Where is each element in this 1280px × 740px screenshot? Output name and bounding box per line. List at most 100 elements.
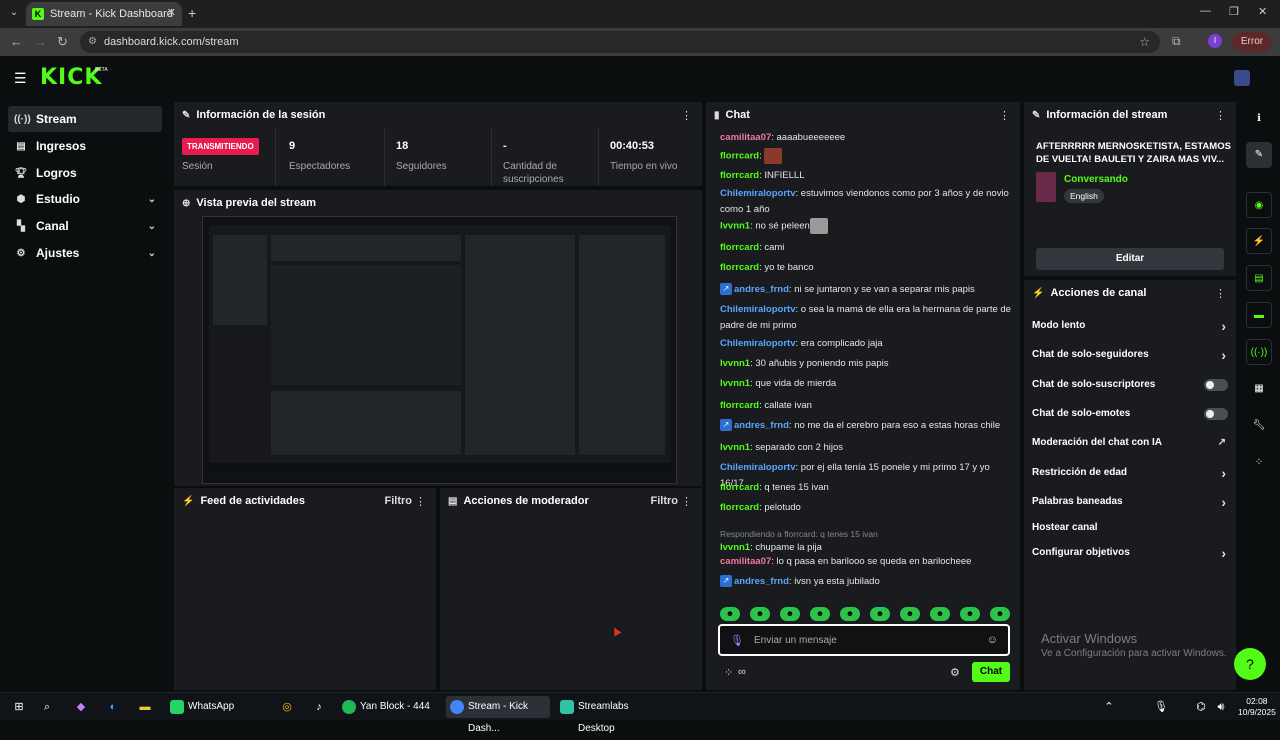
windows-start-icon[interactable]: ⊞ xyxy=(10,698,28,716)
chat-username[interactable]: lvvnn1 xyxy=(720,442,750,453)
extensions-icon[interactable]: ⧉ xyxy=(1172,34,1181,49)
url-field[interactable]: ⚙ dashboard.kick.com/stream ☆ xyxy=(80,31,1160,53)
chat-username[interactable]: florrcard xyxy=(720,482,759,493)
chat-icon[interactable]: ▬ xyxy=(1246,302,1272,328)
channel-action-item[interactable]: Palabras baneadas › xyxy=(1032,493,1228,511)
chat-username[interactable]: andres_frnd xyxy=(734,420,789,431)
new-tab-icon[interactable]: + xyxy=(188,5,196,21)
search-icon[interactable]: ⌕ xyxy=(38,698,56,716)
chat-message[interactable]: florrcard: q tenes 15 ivan xyxy=(720,480,1016,496)
kick-logo[interactable]: KICK xyxy=(40,65,102,90)
toggle-switch[interactable] xyxy=(1204,379,1228,391)
channel-action-item[interactable]: Chat de solo-seguidores › xyxy=(1032,346,1228,364)
chat-message[interactable]: ↗ andres_frnd: ivsn ya esta jubilado xyxy=(720,574,1016,590)
tiktok-icon[interactable]: ♪ xyxy=(310,698,328,716)
kebab-menu-icon[interactable]: ⋮ xyxy=(415,495,426,508)
filter-button[interactable]: Filtro xyxy=(385,495,413,507)
chat-username[interactable]: florrcard xyxy=(720,170,759,181)
chat-username[interactable]: florrcard xyxy=(720,151,759,162)
channel-action-item[interactable]: Restricción de edad › xyxy=(1032,464,1228,482)
sidebar-item-logros[interactable]: 🏆︎ Logros xyxy=(8,160,162,186)
chat-message[interactable]: Chilemiraloportv: o sea la mamá de ella … xyxy=(720,302,1016,334)
chat-username[interactable]: Chilemiraloportv xyxy=(720,188,796,199)
chat-username[interactable]: lvvnn1 xyxy=(720,542,750,553)
kebab-menu-icon[interactable]: ⋮ xyxy=(681,495,692,508)
toggle-switch[interactable] xyxy=(1204,408,1228,420)
chat-message[interactable]: Respondiendo a florrcard: q tenes 15 iva… xyxy=(720,528,1016,556)
reload-icon[interactable]: ↻ xyxy=(57,34,68,50)
extensions-icon[interactable]: ⁘ xyxy=(1246,450,1272,476)
sidebar-item-estudio[interactable]: ⬢ Estudio ⌄ xyxy=(8,186,162,212)
sidebar-item-ingresos[interactable]: ▤ Ingresos xyxy=(8,133,162,159)
channel-action-item[interactable]: Chat de solo-emotes xyxy=(1032,405,1228,423)
chrome-icon[interactable]: ◎ xyxy=(278,698,296,716)
chat-message[interactable]: florrcard: pelotudo xyxy=(720,500,1016,516)
chat-username[interactable]: camilitaa07 xyxy=(720,556,771,567)
chat-username[interactable]: lvvnn1 xyxy=(720,358,750,369)
emote-button[interactable]: ☻ xyxy=(750,607,770,621)
network-icon[interactable]: ⌬ xyxy=(1192,698,1210,716)
menu-icon[interactable]: ☰ xyxy=(14,70,27,87)
broadcast-icon[interactable]: ((·)) xyxy=(1246,339,1272,365)
chat-username[interactable]: Chilemiraloportv xyxy=(720,338,796,349)
chat-username[interactable]: camilitaa07 xyxy=(720,132,771,143)
sidebar-item-ajustes[interactable]: ⚙ Ajustes ⌄ xyxy=(8,240,162,266)
chat-message[interactable]: florrcard: callate ivan xyxy=(720,398,1016,414)
kebab-menu-icon[interactable]: ⋮ xyxy=(1215,287,1226,300)
chat-message[interactable]: florrcard: cami xyxy=(720,240,1016,256)
system-clock[interactable]: 02:08 10/9/2025 xyxy=(1238,696,1276,718)
chat-message[interactable]: camilitaa07: aaaabueeeeeee xyxy=(720,130,1016,146)
taskbar-app-whatsapp[interactable]: WhatsApp xyxy=(166,696,264,718)
chat-message[interactable]: ↗ andres_frnd: ni se juntaron y se van a … xyxy=(720,282,1016,298)
emote-button[interactable]: ☻ xyxy=(930,607,950,621)
emote-button[interactable]: ☻ xyxy=(840,607,860,621)
chat-send-button[interactable]: Chat xyxy=(972,662,1010,682)
channel-action-item[interactable]: Configurar objetivos › xyxy=(1032,544,1228,562)
emote-button[interactable]: ☻ xyxy=(870,607,890,621)
minimize-icon[interactable]: — xyxy=(1200,5,1211,17)
info-icon[interactable]: ℹ xyxy=(1246,106,1272,132)
document-icon[interactable]: ▤ xyxy=(1246,265,1272,291)
maximize-icon[interactable]: ❐ xyxy=(1229,5,1239,18)
show-hidden-icons[interactable]: ⌃ xyxy=(1100,698,1118,716)
channel-action-item[interactable]: Modo lento › xyxy=(1032,317,1228,335)
chat-message[interactable]: lvvnn1: que vida de mierda xyxy=(720,376,1016,392)
taskbar-app-spotify[interactable]: Yan Block - 444 xyxy=(338,696,438,718)
channel-action-item[interactable]: Chat de solo-suscriptores xyxy=(1032,376,1228,394)
profile-avatar[interactable]: I xyxy=(1208,34,1222,48)
kebab-menu-icon[interactable]: ⋮ xyxy=(999,109,1010,122)
chat-message[interactable]: Chilemiraloportv: era complicado jaja xyxy=(720,336,1016,352)
taskbar-app-chrome-kick[interactable]: Stream - Kick Dash... xyxy=(446,696,550,734)
chat-message[interactable]: lvvnn1: separado con 2 hijos xyxy=(720,440,1016,456)
sidebar-item-stream[interactable]: ((·)) Stream xyxy=(8,106,162,132)
edge-icon[interactable]: ◐ xyxy=(104,698,122,716)
copilot-icon[interactable]: ◆ xyxy=(72,698,90,716)
chat-message[interactable]: lvvnn1: 30 añubis y poniendo mis papis xyxy=(720,356,1016,372)
microphone-icon[interactable]: 🎙︎ xyxy=(730,634,744,647)
layout-icon[interactable]: ▦ xyxy=(1246,376,1272,402)
kebab-menu-icon[interactable]: ⋮ xyxy=(681,109,692,122)
chat-username[interactable]: Chilemiraloportv xyxy=(720,304,796,315)
sidebar-item-canal[interactable]: ▚ Canal ⌄ xyxy=(8,213,162,239)
chat-username[interactable]: florrcard xyxy=(720,242,759,253)
channel-action-item[interactable]: Moderación del chat con IA ↗ xyxy=(1032,434,1228,452)
gear-icon[interactable]: ⚙ xyxy=(950,666,960,679)
chat-username[interactable]: Chilemiraloportv xyxy=(720,462,796,473)
preview-icon[interactable]: ◉ xyxy=(1246,192,1272,218)
error-button[interactable]: Error xyxy=(1232,32,1272,52)
tab-close-icon[interactable]: ✕ xyxy=(167,6,176,19)
chat-message[interactable]: camilitaa07: lo q pasa en barilooo se qu… xyxy=(720,554,1016,570)
user-avatar[interactable] xyxy=(1234,70,1250,86)
window-close-icon[interactable]: ✕ xyxy=(1258,5,1267,18)
site-info-icon[interactable]: ⚙ xyxy=(88,31,97,53)
lightning-icon[interactable]: ⚡ xyxy=(1246,228,1272,254)
chat-message[interactable]: lvvnn1: no sé peleen xyxy=(720,218,1016,235)
edit-button[interactable]: Editar xyxy=(1036,248,1224,270)
chat-input[interactable]: 🎙︎ Enviar un mensaje ☺ xyxy=(718,624,1010,656)
bookmark-star-icon[interactable]: ☆ xyxy=(1139,31,1150,53)
help-support-icon[interactable]: ? xyxy=(1234,648,1266,680)
channel-action-item[interactable]: Hostear canal xyxy=(1032,519,1228,537)
back-icon[interactable]: ← xyxy=(10,34,23,49)
chat-username[interactable]: lvvnn1 xyxy=(720,378,750,389)
kebab-menu-icon[interactable]: ⋮ xyxy=(1215,109,1226,122)
